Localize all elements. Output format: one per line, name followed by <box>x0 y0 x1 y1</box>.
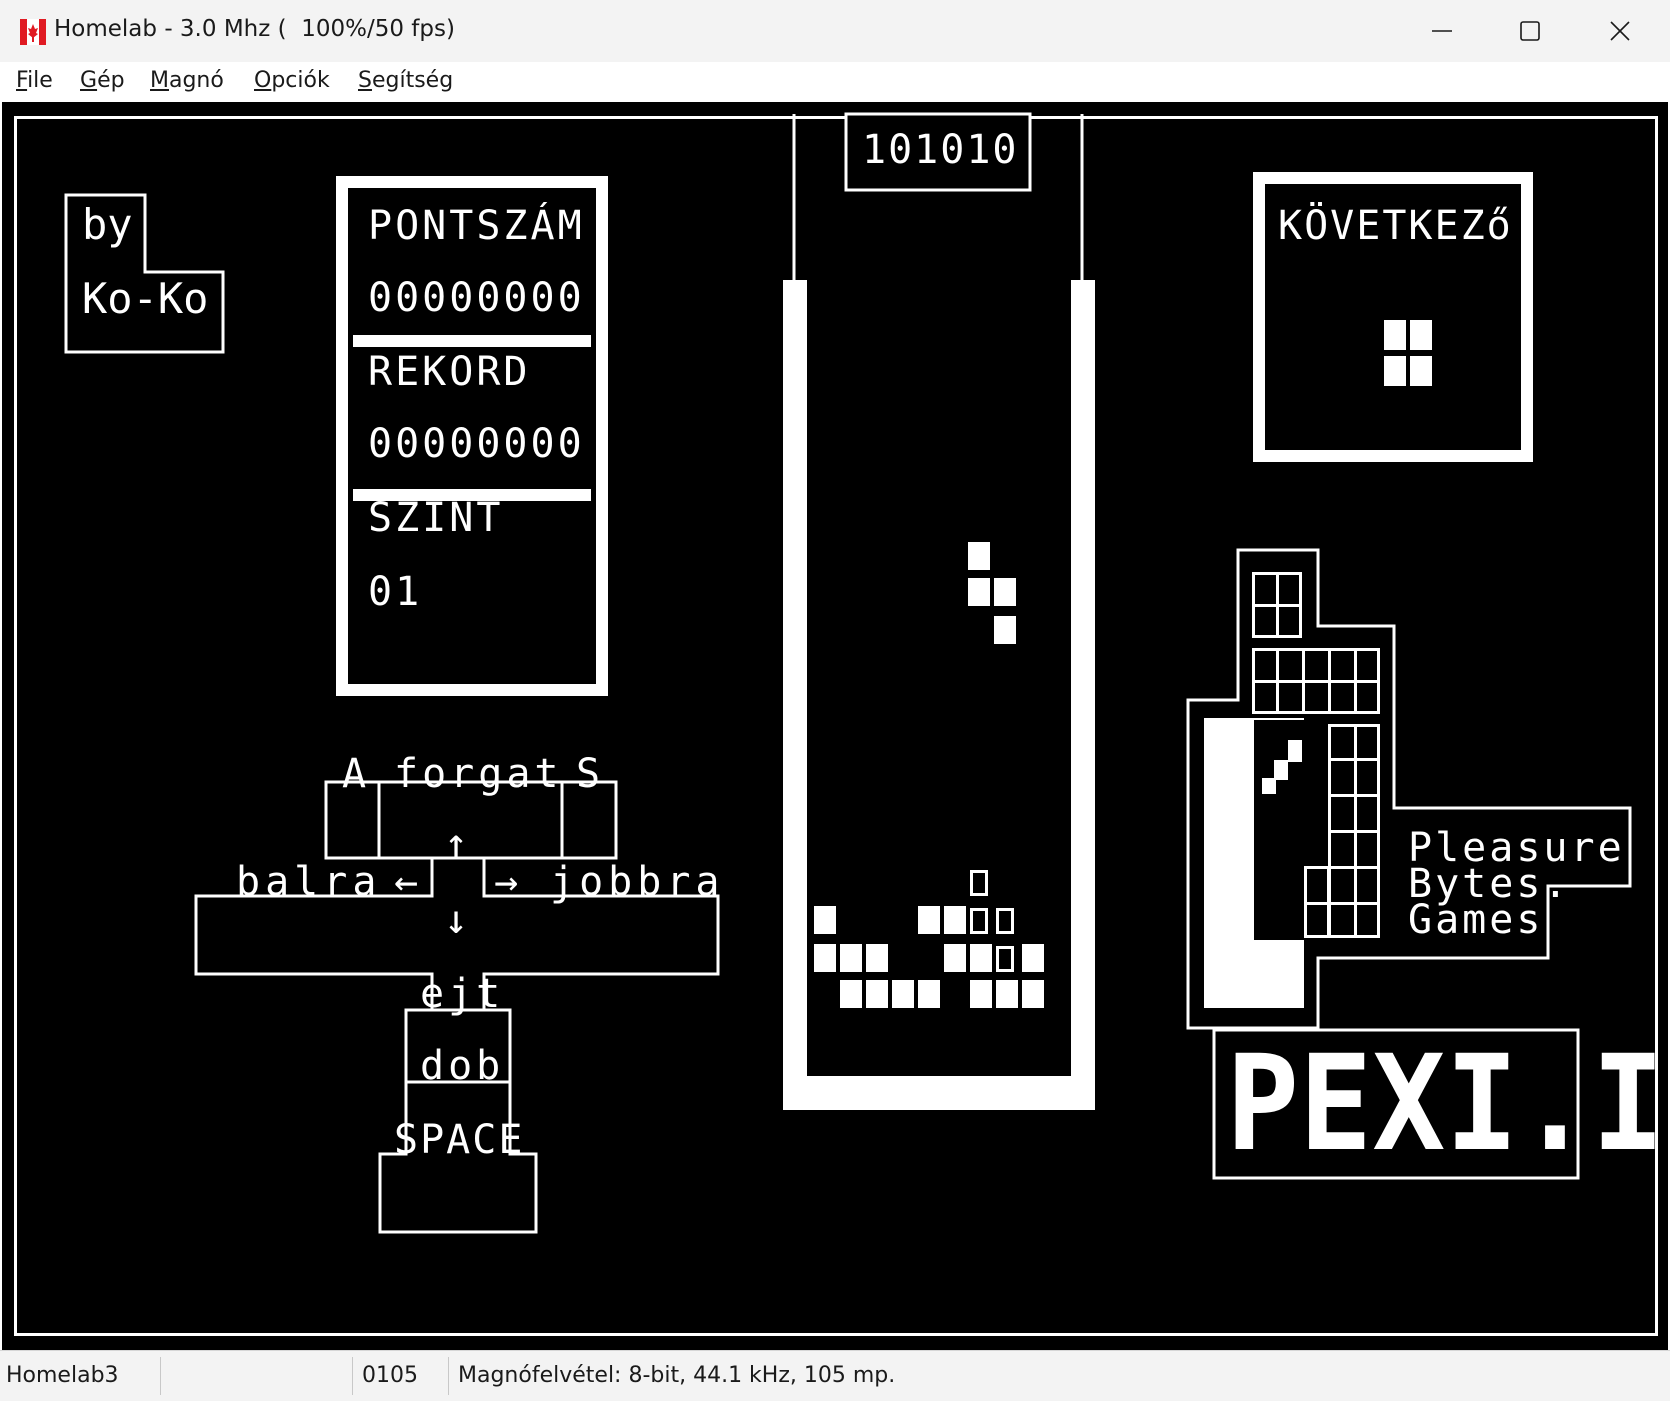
up-arrow-icon: ↑ <box>444 821 469 867</box>
pbg-logo-grid <box>1252 572 1386 938</box>
left-arrow-icon: ← <box>394 859 419 905</box>
lines-counter: 101010 <box>862 127 1019 173</box>
website-label: PEXI.IO <box>1226 1027 1668 1181</box>
menu-gep-label: Gép <box>80 68 125 93</box>
canada-flag-icon <box>20 19 46 45</box>
rotate-key-right: S <box>576 751 601 797</box>
menu-opciok-label: Opciók <box>254 68 330 93</box>
publisher-line-3: Games <box>1408 897 1544 943</box>
next-piece <box>1384 320 1434 386</box>
maximize-icon <box>1520 21 1540 41</box>
maximize-button[interactable] <box>1484 0 1576 62</box>
close-icon <box>1610 21 1630 41</box>
menu-magno[interactable]: Magnó <box>150 68 224 93</box>
status-separator <box>448 1357 449 1395</box>
down-arrow-icon: ↓ <box>444 897 469 943</box>
menu-file[interactable]: File <box>16 68 53 93</box>
emulator-screen[interactable]: by Ko-Ko PONTSZÁM 00000000 REKORD 000000… <box>2 102 1668 1350</box>
minimize-icon <box>1432 30 1452 32</box>
drop-label: dob <box>420 1043 505 1089</box>
right-label: jobbra <box>550 859 725 905</box>
menu-segitseg-label: Segítség <box>358 68 454 93</box>
credit-author: Ko-Ko <box>82 274 209 323</box>
credit-by: by <box>82 200 133 249</box>
title-bar: Homelab - 3.0 Mhz ( 100%/50 fps) <box>0 0 1670 62</box>
record-value: 00000000 <box>368 421 585 467</box>
status-separator <box>160 1357 161 1395</box>
drop-slow-label: ejt <box>420 971 505 1017</box>
status-separator <box>352 1357 353 1395</box>
close-button[interactable] <box>1574 0 1666 62</box>
status-tape: Magnófelvétel: 8-bit, 44.1 kHz, 105 mp. <box>458 1363 896 1388</box>
menu-file-label: File <box>16 68 53 93</box>
rotate-label: forgat <box>394 751 563 797</box>
menu-opciok[interactable]: Opciók <box>254 68 330 93</box>
menu-gep[interactable]: Gép <box>80 68 125 93</box>
menu-segitseg[interactable]: Segítség <box>358 68 453 93</box>
minimize-button[interactable] <box>1396 0 1488 62</box>
drop-key: SPACE <box>394 1117 525 1163</box>
status-bar: Homelab3 0105 Magnófelvétel: 8-bit, 44.1… <box>0 1350 1670 1401</box>
level-label: SZINT <box>368 495 504 541</box>
score-divider-1 <box>353 335 591 347</box>
menu-bar: File Gép Magnó Opciók Segítség <box>0 62 1670 102</box>
status-machine: Homelab3 <box>6 1363 119 1388</box>
left-label: balra <box>236 859 382 905</box>
status-address: 0105 <box>362 1363 418 1388</box>
score-value: 00000000 <box>368 275 585 321</box>
record-label: REKORD <box>368 349 531 395</box>
well-stack <box>810 870 1070 1010</box>
window-title: Homelab - 3.0 Mhz ( 100%/50 fps) <box>54 16 455 42</box>
next-label: KÖVETKEZő <box>1278 203 1513 249</box>
level-value: 01 <box>368 569 423 615</box>
right-arrow-icon: → <box>494 859 519 905</box>
menu-magno-label: Magnó <box>150 68 224 93</box>
score-label: PONTSZÁM <box>368 203 585 249</box>
falling-piece <box>968 542 1018 646</box>
rotate-key-left: A <box>342 751 367 797</box>
